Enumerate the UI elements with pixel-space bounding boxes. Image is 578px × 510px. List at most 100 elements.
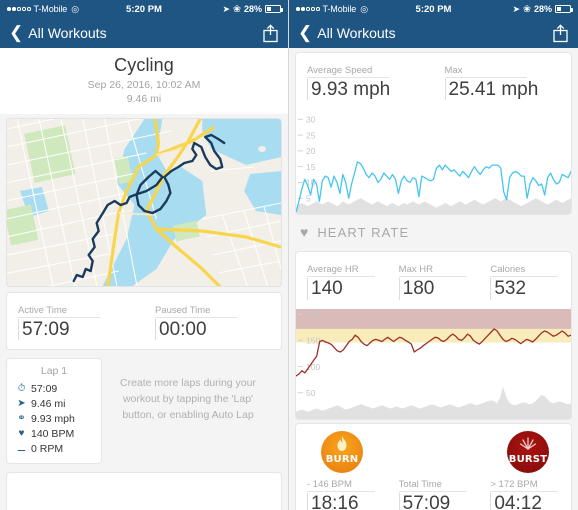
back-button[interactable]: ❮ All Workouts: [298, 22, 396, 42]
burst-badge: BURST: [507, 430, 549, 473]
status-bar-left: T-Mobile ◎: [296, 4, 368, 15]
lap-rpm-value: 0 RPM: [31, 442, 64, 455]
svg-text:100: 100: [306, 361, 320, 371]
right-screen: T-Mobile ◎ 5:20 PM ➤ ❀ 28% ❮ All Workout…: [289, 0, 578, 510]
max-speed-value: 25.41 mph: [444, 79, 538, 101]
active-time-label: Active Time: [18, 305, 100, 318]
burst-zone-value: 04:12: [490, 492, 542, 510]
share-icon: [263, 23, 278, 42]
location-arrow-icon: ➤: [512, 3, 521, 14]
navigation-icon: ➤: [17, 398, 26, 410]
location-arrow-icon: ➤: [222, 3, 231, 14]
workout-date: Sep 26, 2016, 10:02 AM: [87, 79, 201, 91]
max-speed-label: Max: [444, 65, 527, 78]
lap-help-text: Create more laps during your workout by …: [120, 377, 256, 422]
max-speed-stat: Max 25.41 mph: [434, 60, 572, 101]
burn-badge-label: BURN: [325, 453, 359, 465]
back-button-label: All Workouts: [317, 25, 396, 41]
heart-icon: ♥: [18, 428, 25, 440]
share-button[interactable]: [552, 23, 569, 43]
lap-row-time: ⏱ 57:09: [7, 381, 101, 396]
bottom-placeholder-card: [7, 473, 281, 510]
lap-section: Lap 1 ⏱ 57:09 ➤ 9.46 mi ⚭ 9.93 mph ♥ 140…: [7, 359, 281, 464]
paused-time-stat: Paused Time 00:00: [144, 300, 281, 341]
speed-stats-row: Average Speed 9.93 mph Max 25.41 mph: [296, 53, 571, 109]
average-hr-stat: Average HR 140: [296, 259, 388, 300]
carrier-label: T-Mobile: [322, 4, 357, 14]
total-time-value: 57:09: [398, 492, 450, 510]
workout-detail-screen: T-Mobile ◎ 5:20 PM ➤ ❀ 28% ❮ All Workout…: [0, 0, 578, 510]
burn-zone-stat: - 146 BPM 18:16: [296, 474, 388, 510]
svg-text:15: 15: [306, 162, 316, 172]
lap-row-speed: ⚭ 9.93 mph: [7, 411, 101, 426]
speed-chart[interactable]: 5 10 15 20 25 30: [296, 109, 571, 215]
bluetooth-icon: ❀: [523, 3, 531, 15]
time-stats-card: Active Time 57:09 Paused Time 00:00: [7, 293, 281, 350]
svg-text:50: 50: [306, 388, 316, 398]
bluetooth-icon: ❀: [233, 3, 241, 15]
clock-icon: ⏱: [17, 383, 26, 395]
active-time-value: 57:09: [18, 319, 70, 341]
cadence-icon: ⚊: [17, 443, 26, 455]
workout-title-card: Cycling Sep 26, 2016, 10:02 AM 9.46 mi: [0, 48, 288, 114]
burn-badge: BURN: [321, 430, 363, 473]
signal-strength-icon: [7, 7, 31, 11]
workout-name: Cycling: [114, 55, 174, 75]
flame-icon: [337, 435, 347, 451]
burst-zone-stat: > 172 BPM 04:12: [479, 474, 571, 510]
max-hr-label: Max HR: [398, 264, 467, 278]
left-screen: T-Mobile ◎ 5:20 PM ➤ ❀ 28% ❮ All Workout…: [0, 0, 289, 510]
share-icon: [553, 23, 568, 42]
zone-badges-row: BURN BURST: [296, 424, 571, 473]
svg-text:200: 200: [306, 309, 320, 319]
total-time-stat: Total Time 57:09: [388, 474, 480, 510]
wifi-icon: ◎: [71, 3, 80, 14]
chevron-left-icon: ❮: [298, 22, 313, 42]
heart-rate-chart[interactable]: 50 100 150 200: [296, 308, 571, 419]
signal-strength-icon: [296, 7, 320, 11]
speedometer-icon: ⚭: [17, 413, 26, 425]
lap-row-heartrate: ♥ 140 BPM: [7, 426, 101, 441]
paused-time-label: Paused Time: [155, 305, 237, 318]
map-canvas: [7, 119, 281, 286]
paused-time-value: 00:00: [155, 319, 207, 341]
lap-speed-value: 9.93 mph: [31, 412, 75, 425]
status-bar: T-Mobile ◎ 5:20 PM ➤ ❀ 28%: [0, 0, 288, 18]
burn-zone-value: 18:16: [307, 492, 359, 510]
average-hr-label: Average HR: [307, 264, 375, 278]
average-speed-value: 9.93 mph: [307, 79, 390, 101]
status-bar-right: ➤ ❀ 28%: [222, 3, 283, 15]
wifi-icon: ◎: [360, 3, 369, 14]
lap-distance-value: 9.46 mi: [31, 397, 66, 410]
battery-icon: [555, 5, 573, 13]
status-bar: T-Mobile ◎ 5:20 PM ➤ ❀ 28%: [289, 0, 578, 18]
navigation-bar: ❮ All Workouts: [0, 18, 288, 48]
heart-icon: ♥: [300, 224, 309, 241]
zone-stats-row: - 146 BPM 18:16 Total Time 57:09 > 172 B…: [296, 472, 571, 510]
share-button[interactable]: [262, 23, 279, 43]
burst-icon: [519, 436, 537, 450]
active-time-stat: Active Time 57:09: [7, 300, 144, 341]
speed-card: Average Speed 9.93 mph Max 25.41 mph 5 10…: [296, 53, 571, 215]
battery-percent-label: 28%: [243, 4, 262, 14]
calories-value: 532: [490, 278, 526, 300]
max-hr-stat: Max HR 180: [388, 259, 480, 300]
time-stats-row: Active Time 57:09 Paused Time 00:00: [7, 293, 281, 349]
lap-card[interactable]: Lap 1 ⏱ 57:09 ➤ 9.46 mi ⚭ 9.93 mph ♥ 140…: [7, 359, 101, 464]
chevron-left-icon: ❮: [9, 22, 24, 42]
heart-rate-section-header: ♥ HEART RATE: [289, 214, 578, 247]
lap-time-value: 57:09: [31, 382, 58, 395]
svg-text:20: 20: [306, 146, 316, 156]
battery-icon: [265, 5, 283, 13]
status-bar-right: ➤ ❀ 28%: [512, 3, 573, 15]
average-hr-value: 140: [307, 278, 343, 300]
average-speed-stat: Average Speed 9.93 mph: [296, 60, 434, 101]
back-button[interactable]: ❮ All Workouts: [9, 22, 107, 42]
hr-stats-row: Average HR 140 Max HR 180 Calories 532: [296, 252, 571, 308]
svg-text:150: 150: [306, 335, 320, 345]
workout-distance: 9.46 mi: [126, 93, 162, 105]
burst-zone-label: > 172 BPM: [490, 479, 559, 492]
total-time-label: Total Time: [398, 479, 467, 492]
route-map[interactable]: [7, 119, 281, 286]
lap-row-cadence: ⚊ 0 RPM: [7, 441, 101, 456]
